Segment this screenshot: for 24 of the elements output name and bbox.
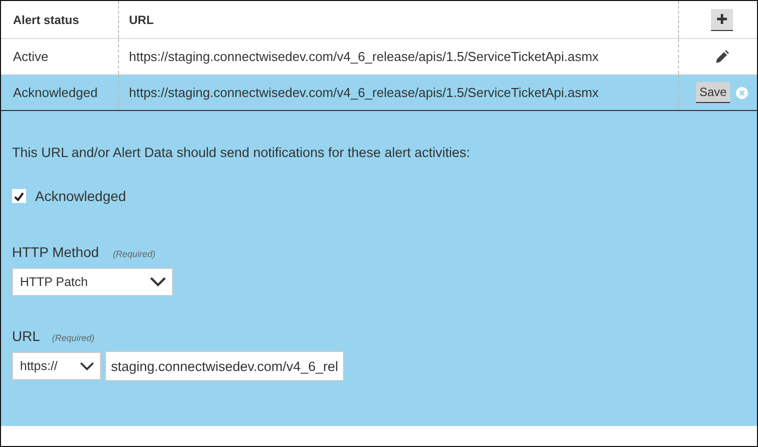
- checkbox[interactable]: [12, 189, 26, 203]
- table-cell-text: https://staging.connectwisedev.com/v4_6_release/apis/1.5/ServiceTicketApi.asmx: [128, 84, 600, 102]
- checkbox-label: Acknowledged: [35, 188, 126, 204]
- table-row[interactable]: Acknowledged https://staging.connectwisedev.com/v4_6_release/apis/1.5/ServiceTicketApi.asmx Save: [1, 75, 757, 111]
- chevron-down-icon: [80, 362, 94, 370]
- column-header: URL: [128, 12, 155, 28]
- required-note: (Required): [112, 249, 156, 259]
- table-cell-text: https://staging.connectwisedev.com/v4_6_release/apis/1.5/ServiceTicketApi.asmx: [128, 48, 600, 66]
- chevron-down-icon: [150, 277, 166, 287]
- add-button[interactable]: [711, 8, 733, 30]
- plus-icon: [717, 14, 727, 24]
- edit-icon[interactable]: [715, 50, 729, 64]
- table-cell: Acknowledged: [1, 75, 119, 110]
- required-note: (Required): [52, 333, 95, 343]
- scheme-dropdown[interactable]: https://: [12, 352, 101, 380]
- save-button[interactable]: Save: [696, 82, 730, 103]
- method-dropdown[interactable]: HTTP Patch: [12, 268, 173, 296]
- field-label: HTTP Method: [12, 244, 99, 260]
- table-row[interactable]: Active https://staging.connectwisedev.com/v4_6_release/apis/1.5/ServiceTicketApi.asmx: [1, 39, 757, 75]
- field-label: URL: [12, 328, 40, 344]
- table-cell: Active: [1, 39, 119, 74]
- url-field[interactable]: staging.connectwisedev.com/v4_6_rel: [105, 351, 344, 381]
- column-header: Alert status: [1, 1, 119, 38]
- intro-text: This URL and/or Alert Data should send notifications for these alert activities:: [12, 144, 471, 160]
